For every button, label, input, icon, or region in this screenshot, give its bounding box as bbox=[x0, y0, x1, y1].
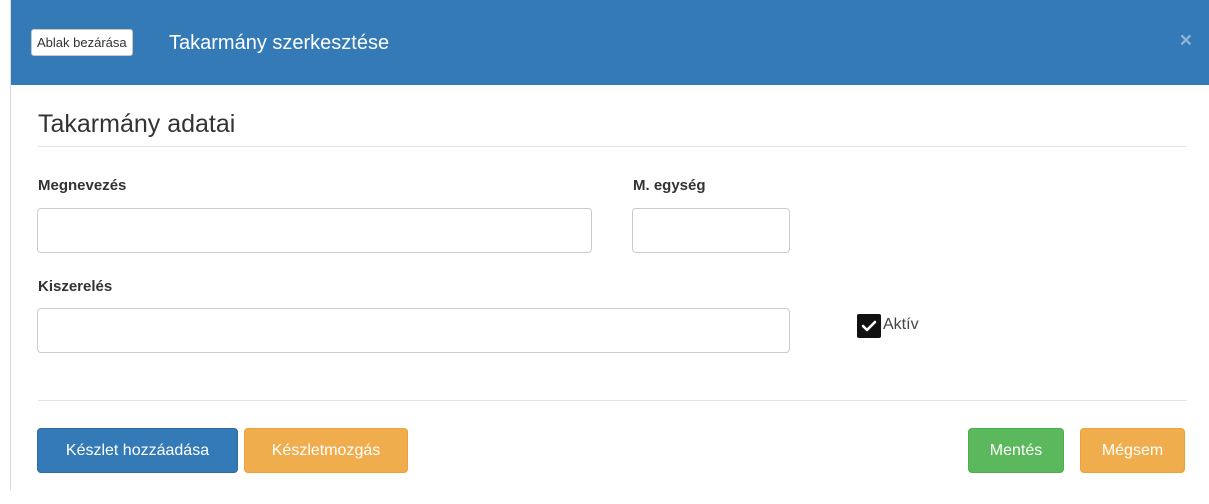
name-input[interactable] bbox=[37, 208, 592, 253]
edit-feed-modal: Ablak bezárása Takarmány szerkesztése × … bbox=[10, 0, 1209, 490]
unit-input[interactable] bbox=[632, 208, 790, 253]
active-checkbox-label[interactable]: Aktív bbox=[883, 316, 919, 334]
close-window-button[interactable]: Ablak bezárása bbox=[31, 29, 133, 56]
section-title: Takarmány adatai bbox=[38, 110, 236, 138]
packaging-input[interactable] bbox=[37, 308, 790, 353]
footer-divider bbox=[38, 400, 1187, 401]
close-icon[interactable]: × bbox=[1180, 28, 1192, 54]
name-label: Megnevezés bbox=[38, 177, 127, 194]
packaging-label: Kiszerelés bbox=[38, 278, 113, 295]
modal-title: Takarmány szerkesztése bbox=[169, 32, 390, 54]
unit-label: M. egység bbox=[633, 177, 706, 194]
active-checkbox[interactable] bbox=[857, 314, 881, 338]
modal-header: Ablak bezárása Takarmány szerkesztése × bbox=[11, 0, 1209, 85]
cancel-button[interactable]: Mégsem bbox=[1080, 428, 1185, 473]
add-stock-button[interactable]: Készlet hozzáadása bbox=[37, 428, 238, 473]
checkmark-icon bbox=[861, 320, 877, 332]
section-divider bbox=[38, 146, 1187, 147]
stock-movement-button[interactable]: Készletmozgás bbox=[244, 428, 408, 473]
save-button[interactable]: Mentés bbox=[968, 428, 1064, 473]
